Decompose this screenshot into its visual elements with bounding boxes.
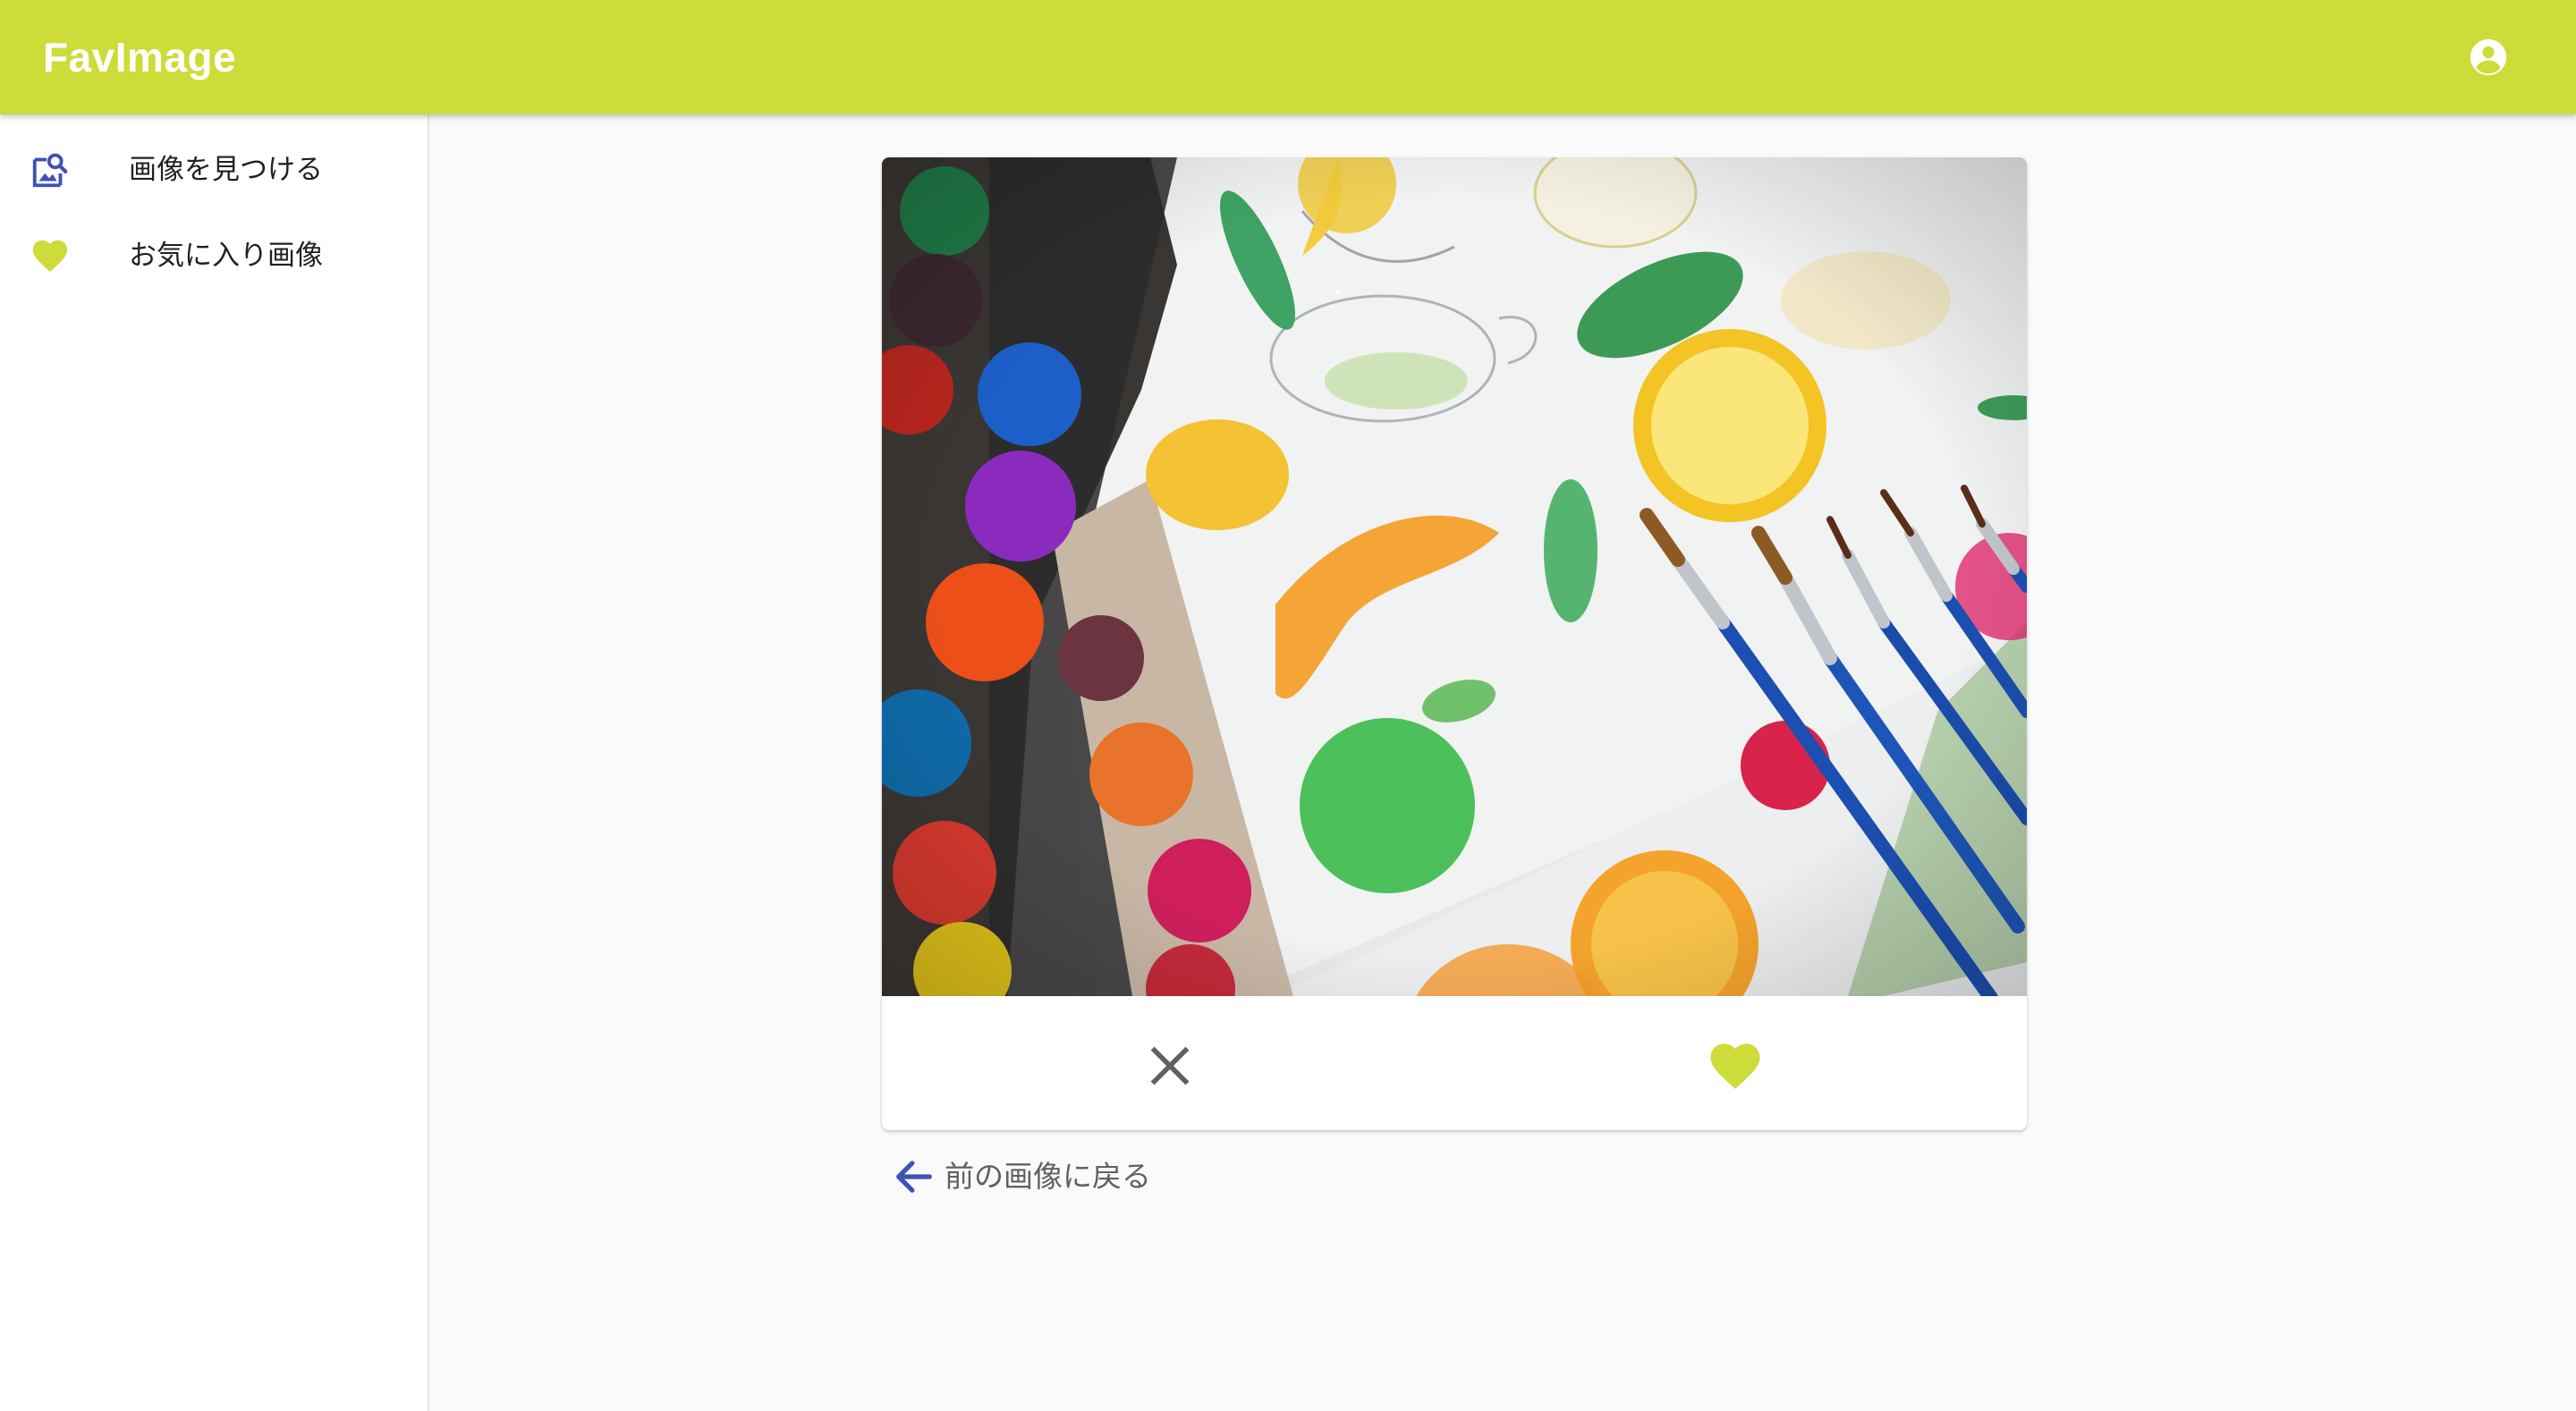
sidebar: 画像を見つける お気に入り画像	[0, 114, 429, 1411]
sidebar-item-label: お気に入り画像	[129, 240, 323, 272]
image-search-icon	[27, 147, 73, 193]
app-title[interactable]: FavImage	[43, 30, 236, 84]
heart-icon	[1710, 1043, 1760, 1089]
sidebar-item-favorite-images[interactable]: お気に入り画像	[0, 213, 428, 299]
app-bar: FavImage	[0, 0, 2576, 114]
dislike-button[interactable]	[1127, 1023, 1213, 1109]
account-button[interactable]	[2462, 30, 2515, 84]
close-icon	[1150, 1046, 1190, 1086]
like-button[interactable]	[1692, 1023, 1778, 1109]
sidebar-item-find-images[interactable]: 画像を見つける	[0, 127, 428, 213]
account-circle-icon	[2470, 38, 2507, 76]
sidebar-item-label: 画像を見つける	[129, 154, 323, 186]
watercolor-paints-photo	[882, 157, 2027, 996]
back-to-previous-link[interactable]: 前の画像に戻る	[891, 1150, 1151, 1204]
arrow-left-icon	[896, 1161, 932, 1193]
back-link-label: 前の画像に戻る	[945, 1159, 1151, 1194]
image-card	[882, 157, 2027, 1130]
heart-icon	[27, 232, 73, 279]
